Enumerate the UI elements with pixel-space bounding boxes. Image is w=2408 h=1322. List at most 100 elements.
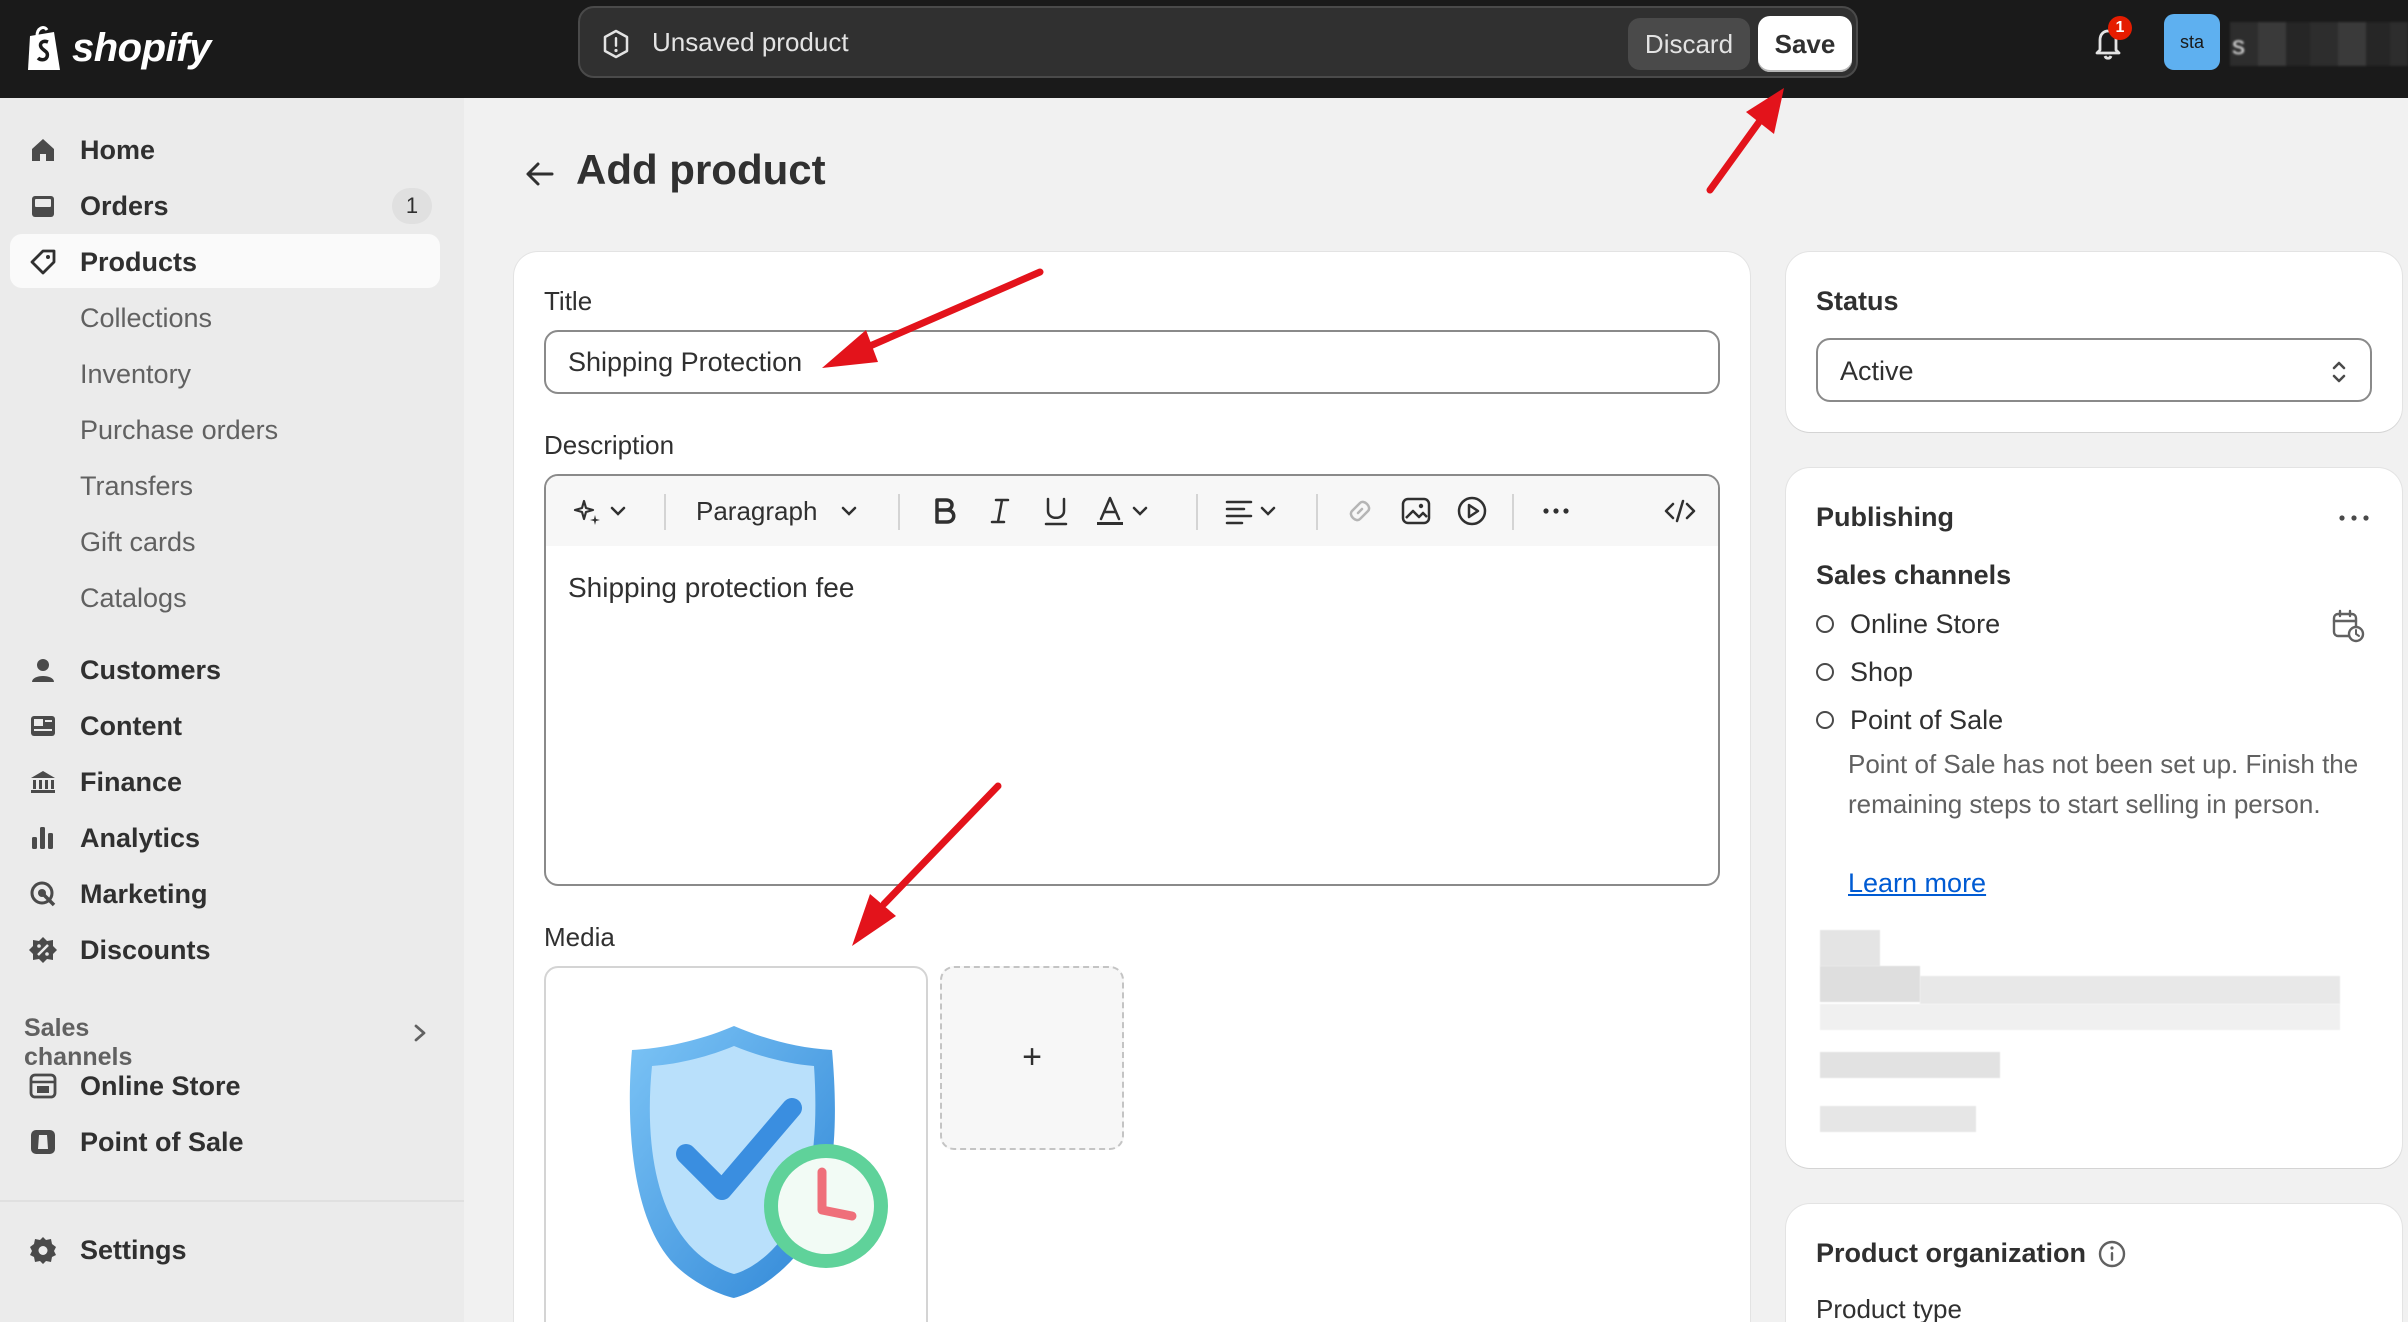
paragraph-format-select[interactable]: Paragraph (696, 492, 863, 530)
sidebar-item-label: Products (80, 247, 198, 277)
sidebar-item-products[interactable]: Products (10, 234, 440, 288)
chevron-down-icon (610, 506, 626, 516)
learn-more-link[interactable]: Learn more (1848, 868, 1986, 899)
discount-icon (29, 937, 57, 963)
sidebar-item-marketing[interactable]: Marketing (10, 866, 440, 920)
sidebar-item-label: Inventory (80, 359, 192, 389)
product-type-label: Product type (1816, 1294, 1962, 1322)
tag-icon (30, 249, 56, 275)
shopify-bag-icon (28, 26, 60, 70)
sidebar-item-gift-cards[interactable]: Gift cards (10, 514, 440, 568)
toolbar-divider (898, 494, 900, 530)
add-media-button[interactable]: + (940, 966, 1124, 1150)
chevron-right-icon[interactable] (408, 1018, 432, 1048)
media-label: Media (544, 922, 615, 952)
sidebar-item-analytics[interactable]: Analytics (10, 810, 440, 864)
italic-button[interactable] (982, 492, 1018, 530)
save-button[interactable]: Save (1758, 16, 1852, 72)
sidebar-item-online-store[interactable]: Online Store (10, 1058, 440, 1112)
chevron-down-icon (1260, 506, 1276, 516)
channel-status-dot (1816, 615, 1834, 633)
channel-label: Point of Sale (1850, 704, 2004, 735)
orders-count-badge: 1 (392, 188, 432, 224)
sparkle-icon (573, 499, 600, 525)
text-color-button[interactable] (1092, 492, 1152, 530)
sidebar-item-label: Marketing (80, 879, 208, 909)
underline-icon (1044, 497, 1068, 526)
channel-point-of-sale[interactable]: Point of Sale (1816, 702, 2003, 738)
title-input[interactable] (544, 330, 1720, 394)
code-icon (1664, 499, 1696, 523)
home-icon (32, 139, 54, 161)
align-left-icon (1225, 500, 1253, 525)
sidebar-item-orders[interactable]: Orders 1 (10, 178, 440, 232)
chevron-down-icon (842, 506, 857, 516)
product-organization-card: Product organization Product type (1786, 1204, 2402, 1322)
shopify-logo[interactable]: shopify (24, 18, 211, 78)
sidebar-item-purchase-orders[interactable]: Purchase orders (10, 402, 440, 456)
sidebar-item-customers[interactable]: Customers (10, 642, 440, 696)
pos-setup-note: Point of Sale has not been set up. Finis… (1848, 749, 2359, 819)
description-text[interactable]: Shipping protection fee (568, 572, 854, 604)
description-editor[interactable]: Paragraph Shipping protection fee (544, 474, 1720, 886)
channel-online-store[interactable]: Online Store (1816, 606, 2000, 642)
alert-circle-icon (603, 29, 629, 59)
alignment-button[interactable] (1222, 492, 1280, 530)
sidebar-item-point-of-sale[interactable]: Point of Sale (10, 1114, 440, 1168)
underline-button[interactable] (1038, 492, 1074, 530)
channel-shop[interactable]: Shop (1816, 654, 1913, 690)
redacted-content (1920, 976, 2340, 1004)
sidebar-item-catalogs[interactable]: Catalogs (10, 570, 440, 624)
media-thumbnail[interactable] (544, 966, 928, 1322)
sidebar-divider (0, 1200, 464, 1202)
play-circle-icon (1457, 496, 1487, 526)
html-source-button[interactable] (1662, 492, 1698, 530)
info-icon[interactable] (2096, 1238, 2128, 1270)
description-label: Description (544, 430, 675, 460)
ai-magic-button[interactable] (572, 492, 632, 530)
calendar-clock-icon[interactable] (2330, 608, 2366, 644)
more-horizontal-icon[interactable] (2336, 506, 2372, 530)
toolbar-divider (1316, 494, 1318, 530)
sidebar-item-discounts[interactable]: Discounts (10, 922, 440, 976)
link-button[interactable] (1342, 492, 1378, 530)
chevron-down-icon (1132, 506, 1148, 516)
sidebar-item-content[interactable]: Content (10, 698, 440, 752)
gear-icon (30, 1237, 56, 1264)
back-arrow-icon[interactable] (522, 158, 558, 190)
person-icon (32, 659, 54, 682)
store-name-redacted[interactable]: s (2230, 22, 2408, 66)
paragraph-label: Paragraph (696, 495, 818, 526)
text-color-icon (1097, 496, 1123, 525)
sidebar-item-label: Catalogs (80, 583, 187, 613)
sidebar-item-inventory[interactable]: Inventory (10, 346, 440, 400)
sidebar-item-home[interactable]: Home (10, 122, 440, 176)
sidebar-item-settings[interactable]: Settings (10, 1222, 440, 1276)
status-value: Active (1840, 356, 1914, 386)
status-select[interactable]: Active (1816, 338, 2372, 402)
channel-label: Shop (1850, 656, 1914, 687)
more-options-button[interactable] (1538, 492, 1574, 530)
select-arrows-icon (2332, 361, 2346, 383)
sidebar-item-transfers[interactable]: Transfers (10, 458, 440, 512)
discard-button[interactable]: Discard (1628, 18, 1750, 70)
toolbar-divider (664, 494, 666, 530)
sidebar-item-label: Collections (80, 303, 213, 333)
sidebar-item-label: Customers (80, 655, 222, 685)
editor-toolbar: Paragraph (546, 476, 1718, 546)
insert-image-button[interactable] (1398, 492, 1434, 530)
plus-icon: + (1022, 1038, 1042, 1076)
sidebar-item-finance[interactable]: Finance (10, 754, 440, 808)
sidebar-item-collections[interactable]: Collections (10, 290, 440, 344)
redacted-content (1820, 1004, 2340, 1030)
redacted-content (1820, 930, 1880, 966)
redacted-content (1820, 966, 1920, 1002)
orders-icon (32, 196, 54, 217)
insert-video-button[interactable] (1454, 492, 1490, 530)
store-avatar[interactable]: sta (2164, 14, 2220, 70)
status-card: Status Active (1786, 252, 2402, 432)
sidebar-item-label: Orders (80, 191, 169, 221)
sidebar-item-label: Point of Sale (80, 1127, 244, 1157)
bold-button[interactable] (926, 492, 962, 530)
sidebar-nav: Home Orders 1 Products Collections Inven… (0, 98, 464, 1322)
